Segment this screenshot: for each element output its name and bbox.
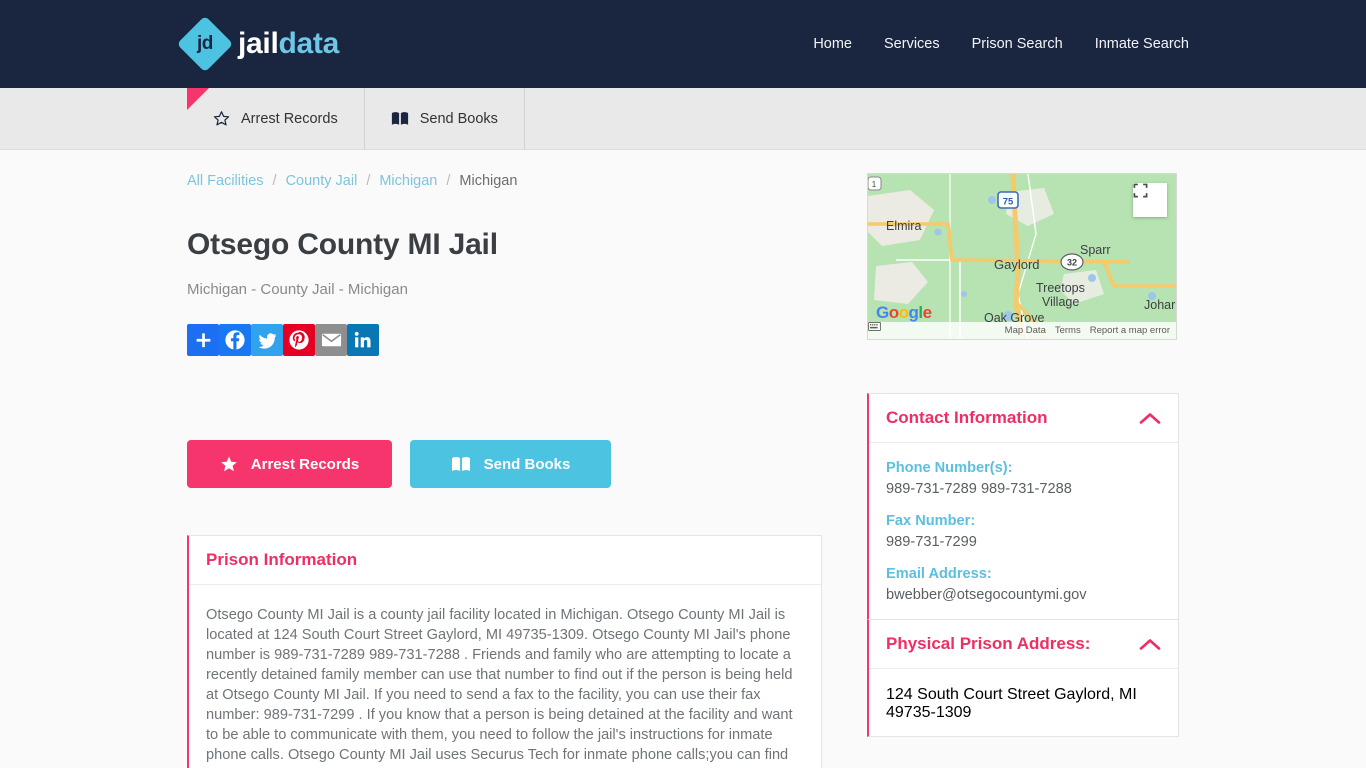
secondary-navigation: Arrest Records Send Books — [0, 88, 1366, 150]
map-label-johar: Johar — [1144, 298, 1175, 312]
breadcrumb-item-current: Michigan — [459, 173, 518, 189]
nav-item-home[interactable]: Home — [813, 36, 852, 52]
main-column: All Facilities / County Jail / Michigan … — [187, 173, 837, 768]
map-terms-link[interactable]: Terms — [1055, 325, 1081, 336]
contact-field-fax: Fax Number: 989-731-7299 — [886, 513, 1161, 552]
prison-information-header: Prison Information — [189, 536, 821, 585]
physical-address-panel: Physical Prison Address: 124 South Court… — [867, 620, 1179, 737]
interstate-75-shield: 75 — [997, 191, 1019, 209]
physical-address-value: 124 South Court Street Gaylord, MI 49735… — [886, 686, 1137, 721]
phone-label: Phone Number(s): — [886, 460, 1013, 476]
map-data-link[interactable]: Map Data — [1005, 325, 1046, 336]
google-logo: Google — [876, 303, 932, 322]
physical-address-header[interactable]: Physical Prison Address: — [869, 620, 1178, 669]
breadcrumb-item-all-facilities[interactable]: All Facilities — [187, 173, 264, 189]
star-icon — [213, 110, 230, 127]
contact-information-header[interactable]: Contact Information — [869, 394, 1178, 443]
map-report-error-link[interactable]: Report a map error — [1090, 325, 1170, 336]
page-body: All Facilities / County Jail / Michigan … — [0, 150, 1366, 768]
logo-word-jail: jail — [238, 27, 279, 60]
chevron-up-icon[interactable] — [1139, 638, 1161, 651]
twitter-icon[interactable] — [251, 324, 283, 356]
page-subtitle: Michigan - County Jail - Michigan — [187, 281, 408, 298]
linkedin-icon[interactable] — [347, 324, 379, 356]
chevron-up-icon[interactable] — [1139, 412, 1161, 425]
arrest-records-button-label: Arrest Records — [250, 455, 360, 473]
map-label-treetops: Treetops — [1036, 281, 1085, 295]
fax-label: Fax Number: — [886, 513, 976, 529]
prison-information-text: Otsego County MI Jail is a county jail f… — [206, 607, 799, 768]
physical-address-body: 124 South Court Street Gaylord, MI 49735… — [869, 669, 1178, 736]
map-corner-shield: 1 — [868, 176, 882, 191]
email-icon[interactable] — [315, 324, 347, 356]
breadcrumb-item-county-jail[interactable]: County Jail — [286, 173, 358, 189]
site-logo[interactable]: jd jaildata — [176, 15, 339, 73]
fax-value: 989-731-7299 — [886, 534, 977, 550]
subnav-tab-label: Send Books — [419, 110, 498, 127]
contact-information-title: Contact Information — [886, 408, 1048, 427]
svg-text:1: 1 — [872, 180, 877, 189]
map-label-sparr: Sparr — [1080, 243, 1111, 257]
contact-information-panel: Contact Information Phone Number(s): 989… — [867, 393, 1179, 620]
svg-text:75: 75 — [1003, 197, 1014, 208]
logo-wordmark: jaildata — [238, 27, 339, 61]
breadcrumb-separator: / — [446, 173, 451, 189]
site-header: jd jaildata Home Services Prison Search … — [0, 0, 1366, 88]
sidebar-column: 75 32 1 Elmira Gaylord Sparr Treetops Vi… — [837, 173, 1179, 768]
book-icon — [391, 111, 409, 126]
physical-address-title: Physical Prison Address: — [886, 634, 1091, 653]
breadcrumb-item-michigan[interactable]: Michigan — [379, 173, 437, 189]
breadcrumb-separator: / — [366, 173, 371, 189]
prison-information-panel: Prison Information Otsego County MI Jail… — [187, 535, 822, 768]
email-label: Email Address: — [886, 566, 992, 582]
nav-item-prison-search[interactable]: Prison Search — [972, 36, 1063, 52]
nav-item-inmate-search[interactable]: Inmate Search — [1095, 36, 1189, 52]
subnav-tab-send-books[interactable]: Send Books — [365, 88, 525, 149]
jd-diamond-icon: jd — [176, 15, 234, 73]
subnav-tab-arrest-records[interactable]: Arrest Records — [187, 88, 365, 149]
svg-text:32: 32 — [1067, 258, 1077, 268]
arrest-records-button[interactable]: Arrest Records — [187, 440, 392, 488]
corner-accent-triangle — [187, 88, 209, 110]
logo-mark-text: jd — [197, 32, 213, 54]
nav-item-services[interactable]: Services — [884, 36, 940, 52]
page-title: Otsego County MI Jail — [187, 228, 498, 261]
primary-navigation: Home Services Prison Search Inmate Searc… — [813, 36, 1189, 52]
book-icon — [451, 456, 471, 472]
pinterest-icon[interactable] — [283, 324, 315, 356]
send-books-button-label: Send Books — [483, 455, 571, 473]
map-label-elmira: Elmira — [886, 219, 921, 233]
map-label-gaylord: Gaylord — [994, 257, 1040, 272]
prison-information-body: Otsego County MI Jail is a county jail f… — [189, 585, 821, 768]
map-fullscreen-button[interactable] — [1133, 183, 1167, 217]
star-icon — [220, 455, 238, 473]
send-books-button[interactable]: Send Books — [410, 440, 611, 488]
phone-value: 989-731-7289 989-731-7288 — [886, 481, 1072, 497]
breadcrumb: All Facilities / County Jail / Michigan … — [187, 173, 822, 189]
email-value: bwebber@otsegocountymi.gov — [886, 587, 1087, 603]
prison-information-title: Prison Information — [206, 550, 358, 569]
contact-information-body: Phone Number(s): 989-731-7289 989-731-72… — [869, 443, 1178, 619]
facebook-icon[interactable] — [219, 324, 251, 356]
social-share-bar — [187, 324, 822, 356]
map-attribution-bar: Map Data Terms Report a map error — [868, 322, 1176, 339]
map-label-village: Village — [1042, 295, 1079, 309]
location-map[interactable]: 75 32 1 Elmira Gaylord Sparr Treetops Vi… — [867, 173, 1177, 340]
logo-word-data: data — [278, 27, 340, 60]
subnav-tab-label: Arrest Records — [241, 110, 338, 127]
contact-field-email: Email Address: bwebber@otsegocountymi.go… — [886, 566, 1161, 605]
cta-button-row: Arrest Records Send Books — [187, 440, 822, 488]
breadcrumb-separator: / — [272, 173, 277, 189]
addthis-share-icon[interactable] — [187, 324, 219, 356]
contact-field-phone: Phone Number(s): 989-731-7289 989-731-72… — [886, 460, 1161, 499]
content-container: All Facilities / County Jail / Michigan … — [187, 150, 1179, 768]
